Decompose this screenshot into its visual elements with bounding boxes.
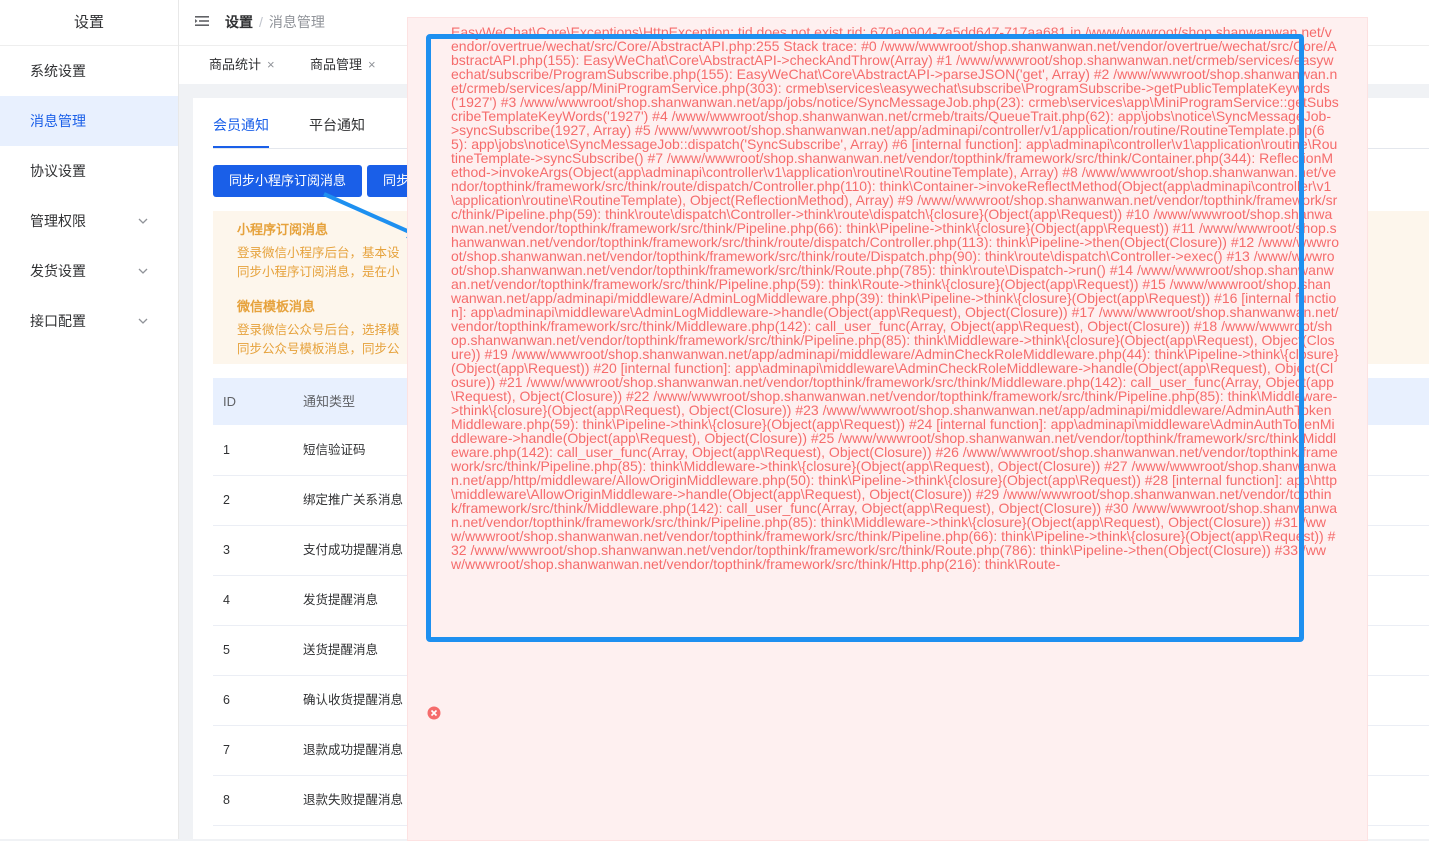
sidebar-item-label: 发货设置 xyxy=(30,263,86,279)
cell-id: 4 xyxy=(223,593,230,607)
error-circle-icon[interactable] xyxy=(427,706,441,720)
tag-label: 商品统计 xyxy=(209,57,262,72)
sidebar-item-agreement-settings[interactable]: 协议设置 xyxy=(0,146,178,196)
chevron-down-icon xyxy=(138,296,148,346)
cell-type: 退款失败提醒消息 xyxy=(303,793,404,807)
sidebar-item-label: 管理权限 xyxy=(30,213,86,229)
sidebar-item-message-management[interactable]: 消息管理 xyxy=(0,96,178,146)
column-header-type: 通知类型 xyxy=(303,394,356,409)
notice-wx-line1: 登录微信公众号后台，选择模 xyxy=(237,323,400,337)
chevron-down-icon xyxy=(138,196,148,246)
cell-type: 确认收货提醒消息 xyxy=(303,693,404,707)
notice-mini-line2: 同步小程序订阅消息，是在小 xyxy=(237,265,400,279)
close-icon[interactable]: × xyxy=(368,57,376,72)
cell-type: 支付成功提醒消息 xyxy=(303,543,404,557)
sidebar-item-api-config[interactable]: 接口配置 xyxy=(0,296,178,346)
tag-product-stats[interactable]: 商品统计 × xyxy=(209,46,275,84)
cell-id: 1 xyxy=(223,443,230,457)
cell-id: 6 xyxy=(223,693,230,707)
breadcrumb: 设置 / 消息管理 xyxy=(225,0,325,45)
cell-id: 5 xyxy=(223,643,230,657)
sidebar-item-label: 协议设置 xyxy=(30,163,86,179)
highlight-box xyxy=(426,34,1304,642)
column-header-id: ID xyxy=(223,394,236,409)
sidebar-item-shipping-settings[interactable]: 发货设置 xyxy=(0,246,178,296)
chevron-down-icon xyxy=(138,246,148,296)
cell-type: 退款成功提醒消息 xyxy=(303,743,404,757)
sidebar-item-permissions[interactable]: 管理权限 xyxy=(0,196,178,246)
sidebar-item-system-settings[interactable]: 系统设置 xyxy=(0,46,178,96)
notice-wx-line2: 同步公众号模板消息，同步公 xyxy=(237,342,400,356)
notice-wx-title: 微信模板消息 xyxy=(237,299,316,314)
sidebar: 设置 系统设置 消息管理 协议设置 管理权限 发货设置 接口配置 xyxy=(0,0,179,839)
tab-platform-notice[interactable]: 平台通知 xyxy=(309,115,365,135)
sidebar-item-label: 消息管理 xyxy=(30,113,86,129)
cell-type: 绑定推广关系消息 xyxy=(303,493,404,507)
notice-mini-title: 小程序订阅消息 xyxy=(237,222,329,237)
tag-label: 商品管理 xyxy=(310,57,363,72)
cell-id: 2 xyxy=(223,493,230,507)
breadcrumb-current: 消息管理 xyxy=(268,14,325,30)
breadcrumb-separator: / xyxy=(259,14,263,30)
cell-id: 7 xyxy=(223,743,230,757)
menu-fold-icon[interactable] xyxy=(195,14,209,28)
close-icon[interactable]: × xyxy=(267,57,275,72)
sidebar-item-label: 接口配置 xyxy=(30,313,86,329)
cell-id: 8 xyxy=(223,793,230,807)
sidebar-item-label: 系统设置 xyxy=(30,63,86,79)
tag-product-management[interactable]: 商品管理 × xyxy=(310,46,376,84)
cell-type: 送货提醒消息 xyxy=(303,643,379,657)
cell-id: 3 xyxy=(223,543,230,557)
sidebar-title: 设置 xyxy=(0,0,178,46)
cell-type: 短信验证码 xyxy=(303,443,366,457)
breadcrumb-parent[interactable]: 设置 xyxy=(225,14,253,30)
cell-type: 发货提醒消息 xyxy=(303,593,379,607)
tab-member-notice[interactable]: 会员通知 xyxy=(213,115,269,135)
